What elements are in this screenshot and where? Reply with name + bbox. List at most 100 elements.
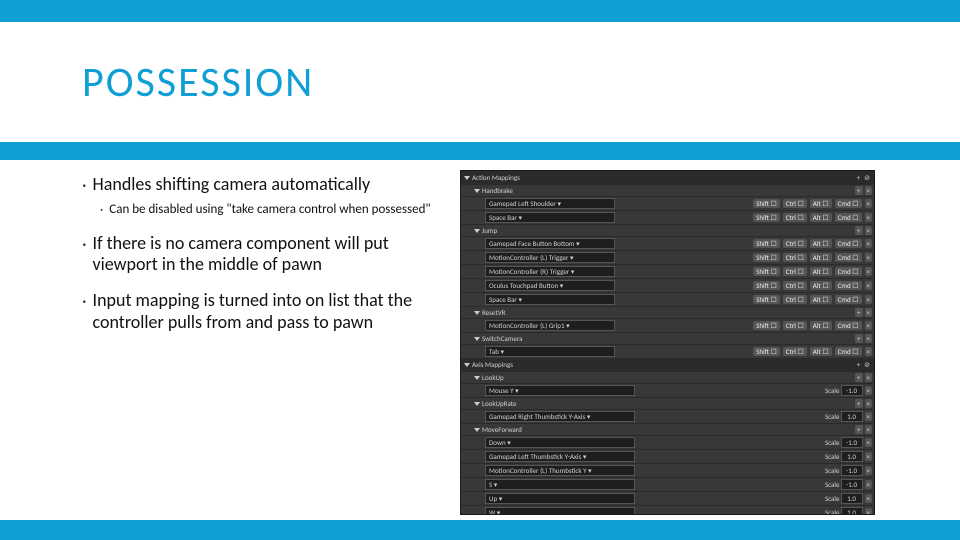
- key-dropdown[interactable]: Up ▾: [485, 493, 635, 504]
- key-dropdown[interactable]: Gamepad Face Button Bottom ▾: [485, 238, 615, 249]
- modifier-checkbox[interactable]: Ctrl ☐: [783, 295, 807, 304]
- key-dropdown[interactable]: Space Bar ▾: [485, 212, 615, 223]
- scale-input[interactable]: -1.0: [841, 385, 863, 396]
- modifier-checkbox[interactable]: Alt ☐: [810, 239, 832, 248]
- key-dropdown[interactable]: MotionController (R) Trigger ▾: [485, 266, 615, 277]
- modifier-checkbox[interactable]: Shift ☐: [753, 295, 780, 304]
- expand-icon[interactable]: [464, 363, 470, 367]
- remove-icon[interactable]: ×: [865, 452, 873, 461]
- section-header[interactable]: Action Mappings+⊘: [461, 171, 874, 184]
- key-dropdown[interactable]: Oculus Touchpad Button ▾: [485, 280, 615, 291]
- remove-icon[interactable]: ×: [865, 253, 873, 262]
- mapping-group[interactable]: MoveForward+×: [461, 423, 874, 435]
- remove-icon[interactable]: ×: [865, 412, 873, 421]
- modifier-checkbox[interactable]: Cmd ☐: [835, 347, 862, 356]
- remove-icon[interactable]: ×: [865, 399, 873, 408]
- modifier-checkbox[interactable]: Shift ☐: [753, 213, 780, 222]
- remove-icon[interactable]: ×: [865, 334, 873, 343]
- modifier-checkbox[interactable]: Ctrl ☐: [783, 239, 807, 248]
- modifier-checkbox[interactable]: Shift ☐: [753, 321, 780, 330]
- add-icon[interactable]: +: [855, 399, 863, 408]
- modifier-checkbox[interactable]: Cmd ☐: [835, 321, 862, 330]
- modifier-checkbox[interactable]: Ctrl ☐: [783, 253, 807, 262]
- expand-icon[interactable]: [474, 229, 480, 233]
- add-icon[interactable]: +: [857, 173, 861, 182]
- section-header[interactable]: Axis Mappings+⊘: [461, 358, 874, 371]
- modifier-checkbox[interactable]: Ctrl ☐: [783, 213, 807, 222]
- modifier-checkbox[interactable]: Alt ☐: [810, 347, 832, 356]
- modifier-checkbox[interactable]: Alt ☐: [810, 267, 832, 276]
- key-dropdown[interactable]: Gamepad Left Thumbstick Y-Axis ▾: [485, 451, 635, 462]
- key-dropdown[interactable]: Space Bar ▾: [485, 294, 615, 305]
- key-dropdown[interactable]: Down ▾: [485, 437, 635, 448]
- remove-icon[interactable]: ×: [865, 186, 873, 195]
- key-dropdown[interactable]: MotionController (L) Thumbstick Y ▾: [485, 465, 635, 476]
- add-icon[interactable]: +: [855, 373, 863, 382]
- key-dropdown[interactable]: S ▾: [485, 479, 635, 490]
- modifier-checkbox[interactable]: Alt ☐: [810, 199, 832, 208]
- modifier-checkbox[interactable]: Ctrl ☐: [783, 199, 807, 208]
- remove-icon[interactable]: ×: [865, 321, 873, 330]
- expand-icon[interactable]: [474, 376, 480, 380]
- remove-icon[interactable]: ×: [865, 347, 873, 356]
- modifier-checkbox[interactable]: Cmd ☐: [835, 253, 862, 262]
- remove-icon[interactable]: ×: [865, 425, 873, 434]
- add-icon[interactable]: +: [855, 334, 863, 343]
- modifier-checkbox[interactable]: Shift ☐: [753, 199, 780, 208]
- remove-icon[interactable]: ×: [865, 373, 873, 382]
- modifier-checkbox[interactable]: Cmd ☐: [835, 239, 862, 248]
- scale-input[interactable]: 1.0: [841, 451, 863, 462]
- modifier-checkbox[interactable]: Cmd ☐: [835, 199, 862, 208]
- key-dropdown[interactable]: MotionController (L) Trigger ▾: [485, 252, 615, 263]
- remove-icon[interactable]: ×: [865, 480, 873, 489]
- clear-icon[interactable]: ⊘: [864, 173, 870, 182]
- modifier-checkbox[interactable]: Shift ☐: [753, 347, 780, 356]
- remove-icon[interactable]: ×: [865, 226, 873, 235]
- add-icon[interactable]: +: [855, 226, 863, 235]
- mapping-group[interactable]: LookUpRate+×: [461, 397, 874, 409]
- remove-icon[interactable]: ×: [865, 438, 873, 447]
- clear-icon[interactable]: ⊘: [864, 360, 870, 369]
- add-icon[interactable]: +: [857, 360, 861, 369]
- modifier-checkbox[interactable]: Shift ☐: [753, 253, 780, 262]
- key-dropdown[interactable]: Mouse Y ▾: [485, 385, 635, 396]
- scale-input[interactable]: -1.0: [841, 437, 863, 448]
- add-icon[interactable]: +: [855, 186, 863, 195]
- modifier-checkbox[interactable]: Shift ☐: [753, 267, 780, 276]
- expand-icon[interactable]: [474, 311, 480, 315]
- remove-icon[interactable]: ×: [865, 239, 873, 248]
- remove-icon[interactable]: ×: [865, 308, 873, 317]
- expand-icon[interactable]: [474, 402, 480, 406]
- add-icon[interactable]: +: [855, 308, 863, 317]
- remove-icon[interactable]: ×: [865, 508, 873, 515]
- mapping-group[interactable]: LookUp+×: [461, 371, 874, 383]
- remove-icon[interactable]: ×: [865, 386, 873, 395]
- key-dropdown[interactable]: Tab ▾: [485, 346, 615, 357]
- modifier-checkbox[interactable]: Alt ☐: [810, 281, 832, 290]
- expand-icon[interactable]: [474, 337, 480, 341]
- mapping-group[interactable]: SwitchCamera+×: [461, 332, 874, 344]
- remove-icon[interactable]: ×: [865, 494, 873, 503]
- scale-input[interactable]: -1.0: [841, 479, 863, 490]
- modifier-checkbox[interactable]: Cmd ☐: [835, 281, 862, 290]
- expand-icon[interactable]: [474, 189, 480, 193]
- remove-icon[interactable]: ×: [865, 295, 873, 304]
- modifier-checkbox[interactable]: Alt ☐: [810, 321, 832, 330]
- modifier-checkbox[interactable]: Alt ☐: [810, 253, 832, 262]
- key-dropdown[interactable]: MotionController (L) Grip1 ▾: [485, 320, 615, 331]
- remove-icon[interactable]: ×: [865, 267, 873, 276]
- mapping-group[interactable]: Handbrake+×: [461, 184, 874, 196]
- key-dropdown[interactable]: Gamepad Right Thumbstick Y-Axis ▾: [485, 411, 635, 422]
- key-dropdown[interactable]: W ▾: [485, 507, 635, 515]
- scale-input[interactable]: 1.0: [841, 411, 863, 422]
- mapping-group[interactable]: Jump+×: [461, 224, 874, 236]
- remove-icon[interactable]: ×: [865, 466, 873, 475]
- mapping-group[interactable]: ResetVR+×: [461, 306, 874, 318]
- add-icon[interactable]: +: [855, 425, 863, 434]
- key-dropdown[interactable]: Gamepad Left Shoulder ▾: [485, 198, 615, 209]
- modifier-checkbox[interactable]: Ctrl ☐: [783, 281, 807, 290]
- modifier-checkbox[interactable]: Ctrl ☐: [783, 321, 807, 330]
- expand-icon[interactable]: [464, 176, 470, 180]
- modifier-checkbox[interactable]: Ctrl ☐: [783, 347, 807, 356]
- remove-icon[interactable]: ×: [865, 281, 873, 290]
